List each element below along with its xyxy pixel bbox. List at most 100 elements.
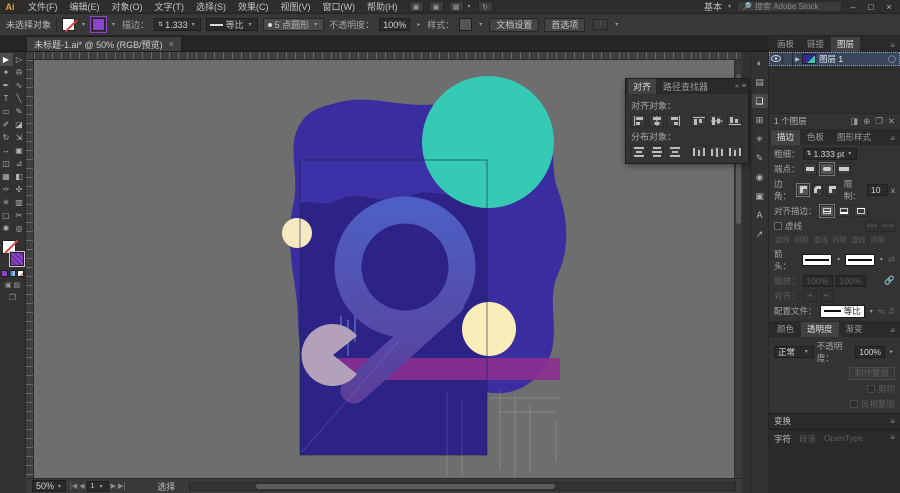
zoom-tool[interactable]: ◎ <box>13 222 26 235</box>
lasso-tool[interactable]: ✇ <box>13 66 26 79</box>
curvature-tool[interactable]: ∿ <box>13 79 26 92</box>
panel-menu-icon[interactable]: ≡ <box>890 433 895 442</box>
tab-opentype[interactable]: OpenType <box>824 433 863 443</box>
export-panel-icon[interactable]: ↗ <box>752 227 768 241</box>
menu-item[interactable]: 效果(C) <box>232 0 275 14</box>
screen-mode-icon[interactable]: ❐ <box>9 293 16 302</box>
rectangle-tool[interactable]: ▭ <box>0 105 13 118</box>
distribute-vcenter-icon[interactable] <box>649 145 664 158</box>
magic-wand-tool[interactable]: ✦ <box>0 66 13 79</box>
panel-menu-icon[interactable]: ≡ <box>887 326 898 337</box>
free-transform-tool[interactable]: ▣ <box>13 144 26 157</box>
align-bottom-icon[interactable] <box>727 114 742 127</box>
close-button[interactable]: × <box>882 2 896 12</box>
chevron-down-icon[interactable]: ▾ <box>82 21 85 28</box>
opacity-field[interactable]: 100% <box>855 345 885 358</box>
teal-circle[interactable] <box>422 76 554 208</box>
opacity-field[interactable]: 100% <box>379 18 411 31</box>
transform-panel-header[interactable]: 变换 ≡ <box>769 412 900 429</box>
type-panels-header[interactable]: 字符 段落 OpenType ≡ <box>769 428 900 493</box>
blend-tool[interactable]: ✣ <box>13 183 26 196</box>
gradient-tool[interactable]: ◧ <box>13 170 26 183</box>
draw-behind-icon[interactable]: ▨ <box>14 281 21 289</box>
scale-tool[interactable]: ⇲ <box>13 131 26 144</box>
preferences-button[interactable]: 首选项 <box>544 17 586 32</box>
fill-stroke-control[interactable] <box>1 240 25 267</box>
arrow-scale-start[interactable]: 100% <box>802 274 833 287</box>
style-swatch[interactable] <box>459 18 473 31</box>
mesh-tool[interactable]: ▦ <box>0 170 13 183</box>
tab-pathfinder[interactable]: 路径查找器 <box>658 79 713 94</box>
horizontal-scrollbar[interactable] <box>189 481 736 491</box>
chevron-down-icon[interactable]: ▾ <box>728 3 731 10</box>
perspective-grid-tool[interactable]: ⊿ <box>13 157 26 170</box>
chevron-down-icon[interactable]: ▾ <box>112 21 115 28</box>
arrow-align-tip-button[interactable]: ⇥ <box>802 289 817 302</box>
align-left-icon[interactable] <box>631 114 646 127</box>
direct-selection-tool[interactable]: ▷ <box>13 53 26 66</box>
chevron-down-icon[interactable]: ▾ <box>468 3 471 10</box>
document-tab[interactable]: 未标题-1.ai* @ 50% (RGB/预览) × <box>26 36 182 51</box>
width-tool[interactable]: ↔ <box>0 144 13 157</box>
tab-align[interactable]: 对齐 <box>628 79 657 94</box>
chevron-down-icon[interactable]: ▾ <box>479 21 482 28</box>
brush-definition-select[interactable]: 5 点圆形 ▾ <box>262 18 325 31</box>
tab-gradient[interactable]: 渐变 <box>840 322 869 337</box>
dash-checkbox[interactable] <box>774 221 782 230</box>
make-mask-button[interactable]: 制作蒙版 <box>848 366 895 380</box>
prev-artboard-icon[interactable]: ◀ <box>79 482 84 490</box>
tab-paragraph[interactable]: 段落 <box>799 433 816 445</box>
close-tab-icon[interactable]: × <box>169 39 174 49</box>
stock-icon[interactable]: ▣ <box>428 1 444 12</box>
hand-tool[interactable]: ✱ <box>0 222 13 235</box>
layer-row[interactable]: ▶ 图层 1 ◯ <box>769 52 900 66</box>
arrow-scale-end[interactable]: 100% <box>835 274 866 287</box>
menu-item[interactable]: 窗口(W) <box>317 0 362 14</box>
scrollbar-thumb[interactable] <box>255 483 556 489</box>
next-artboard-icon[interactable]: ▶ <box>111 482 116 490</box>
distribute-bottom-icon[interactable] <box>667 145 682 158</box>
first-artboard-icon[interactable]: |◀ <box>70 482 77 490</box>
arrow-start-select[interactable] <box>802 253 833 266</box>
document-setup-button[interactable]: 文档设置 <box>489 17 540 32</box>
bridge-icon[interactable]: ▣ <box>408 1 424 12</box>
lock-toggle[interactable] <box>783 52 793 66</box>
new-layer-icon[interactable]: ❐ <box>875 116 883 127</box>
draw-normal-icon[interactable]: ▣ <box>5 281 12 289</box>
cream-circle-small[interactable] <box>282 218 312 248</box>
menu-item[interactable]: 视图(V) <box>275 0 317 14</box>
align-top-icon[interactable] <box>691 114 706 127</box>
align-outside-button[interactable] <box>853 204 868 217</box>
delete-layer-icon[interactable]: ✕ <box>888 116 895 127</box>
cream-circle-medium[interactable] <box>462 302 516 356</box>
panel-menu-icon[interactable]: ≡ <box>887 134 898 145</box>
menu-item[interactable]: 对象(O) <box>106 0 149 14</box>
minimize-button[interactable]: ‒ <box>846 2 860 12</box>
rotate-tool[interactable]: ↻ <box>0 131 13 144</box>
butt-cap-button[interactable] <box>802 162 817 175</box>
invert-mask-checkbox[interactable] <box>849 399 858 408</box>
preserve-dash-icon[interactable]: ▭▭ <box>865 219 879 232</box>
selection-tool[interactable]: ▶ <box>0 53 13 66</box>
tab-links[interactable]: 链接 <box>801 37 830 52</box>
type-tool[interactable]: T <box>0 92 13 105</box>
tab-character[interactable]: 字符 <box>774 433 791 445</box>
round-cap-button[interactable] <box>818 161 835 176</box>
visibility-eye-icon[interactable] <box>769 54 783 64</box>
tab-artboards[interactable]: 画板 <box>771 37 800 52</box>
swatches-panel-icon[interactable]: ▤ <box>752 75 768 89</box>
artboard-tool[interactable]: ▢ <box>0 209 13 222</box>
symbol-sprayer-tool[interactable]: ✳ <box>0 196 13 209</box>
fill-color-swatch[interactable] <box>90 16 108 33</box>
flip-along-icon[interactable]: ⇋ <box>878 306 885 317</box>
projecting-cap-button[interactable] <box>836 162 851 175</box>
panel-menu-icon[interactable]: ≡ <box>890 417 895 426</box>
collapse-icon[interactable]: » <box>735 83 739 90</box>
zoom-level-select[interactable]: 50% ▾ <box>32 480 66 492</box>
panel-menu-icon[interactable]: ≡ <box>742 83 746 90</box>
menu-item[interactable]: 帮助(H) <box>361 0 404 14</box>
distribute-right-icon[interactable] <box>727 145 742 158</box>
profile-select[interactable]: 等比 <box>819 304 865 318</box>
arrow-align-end-button[interactable]: ⇤ <box>819 289 834 302</box>
chevron-right-icon[interactable]: ▸ <box>417 21 420 28</box>
